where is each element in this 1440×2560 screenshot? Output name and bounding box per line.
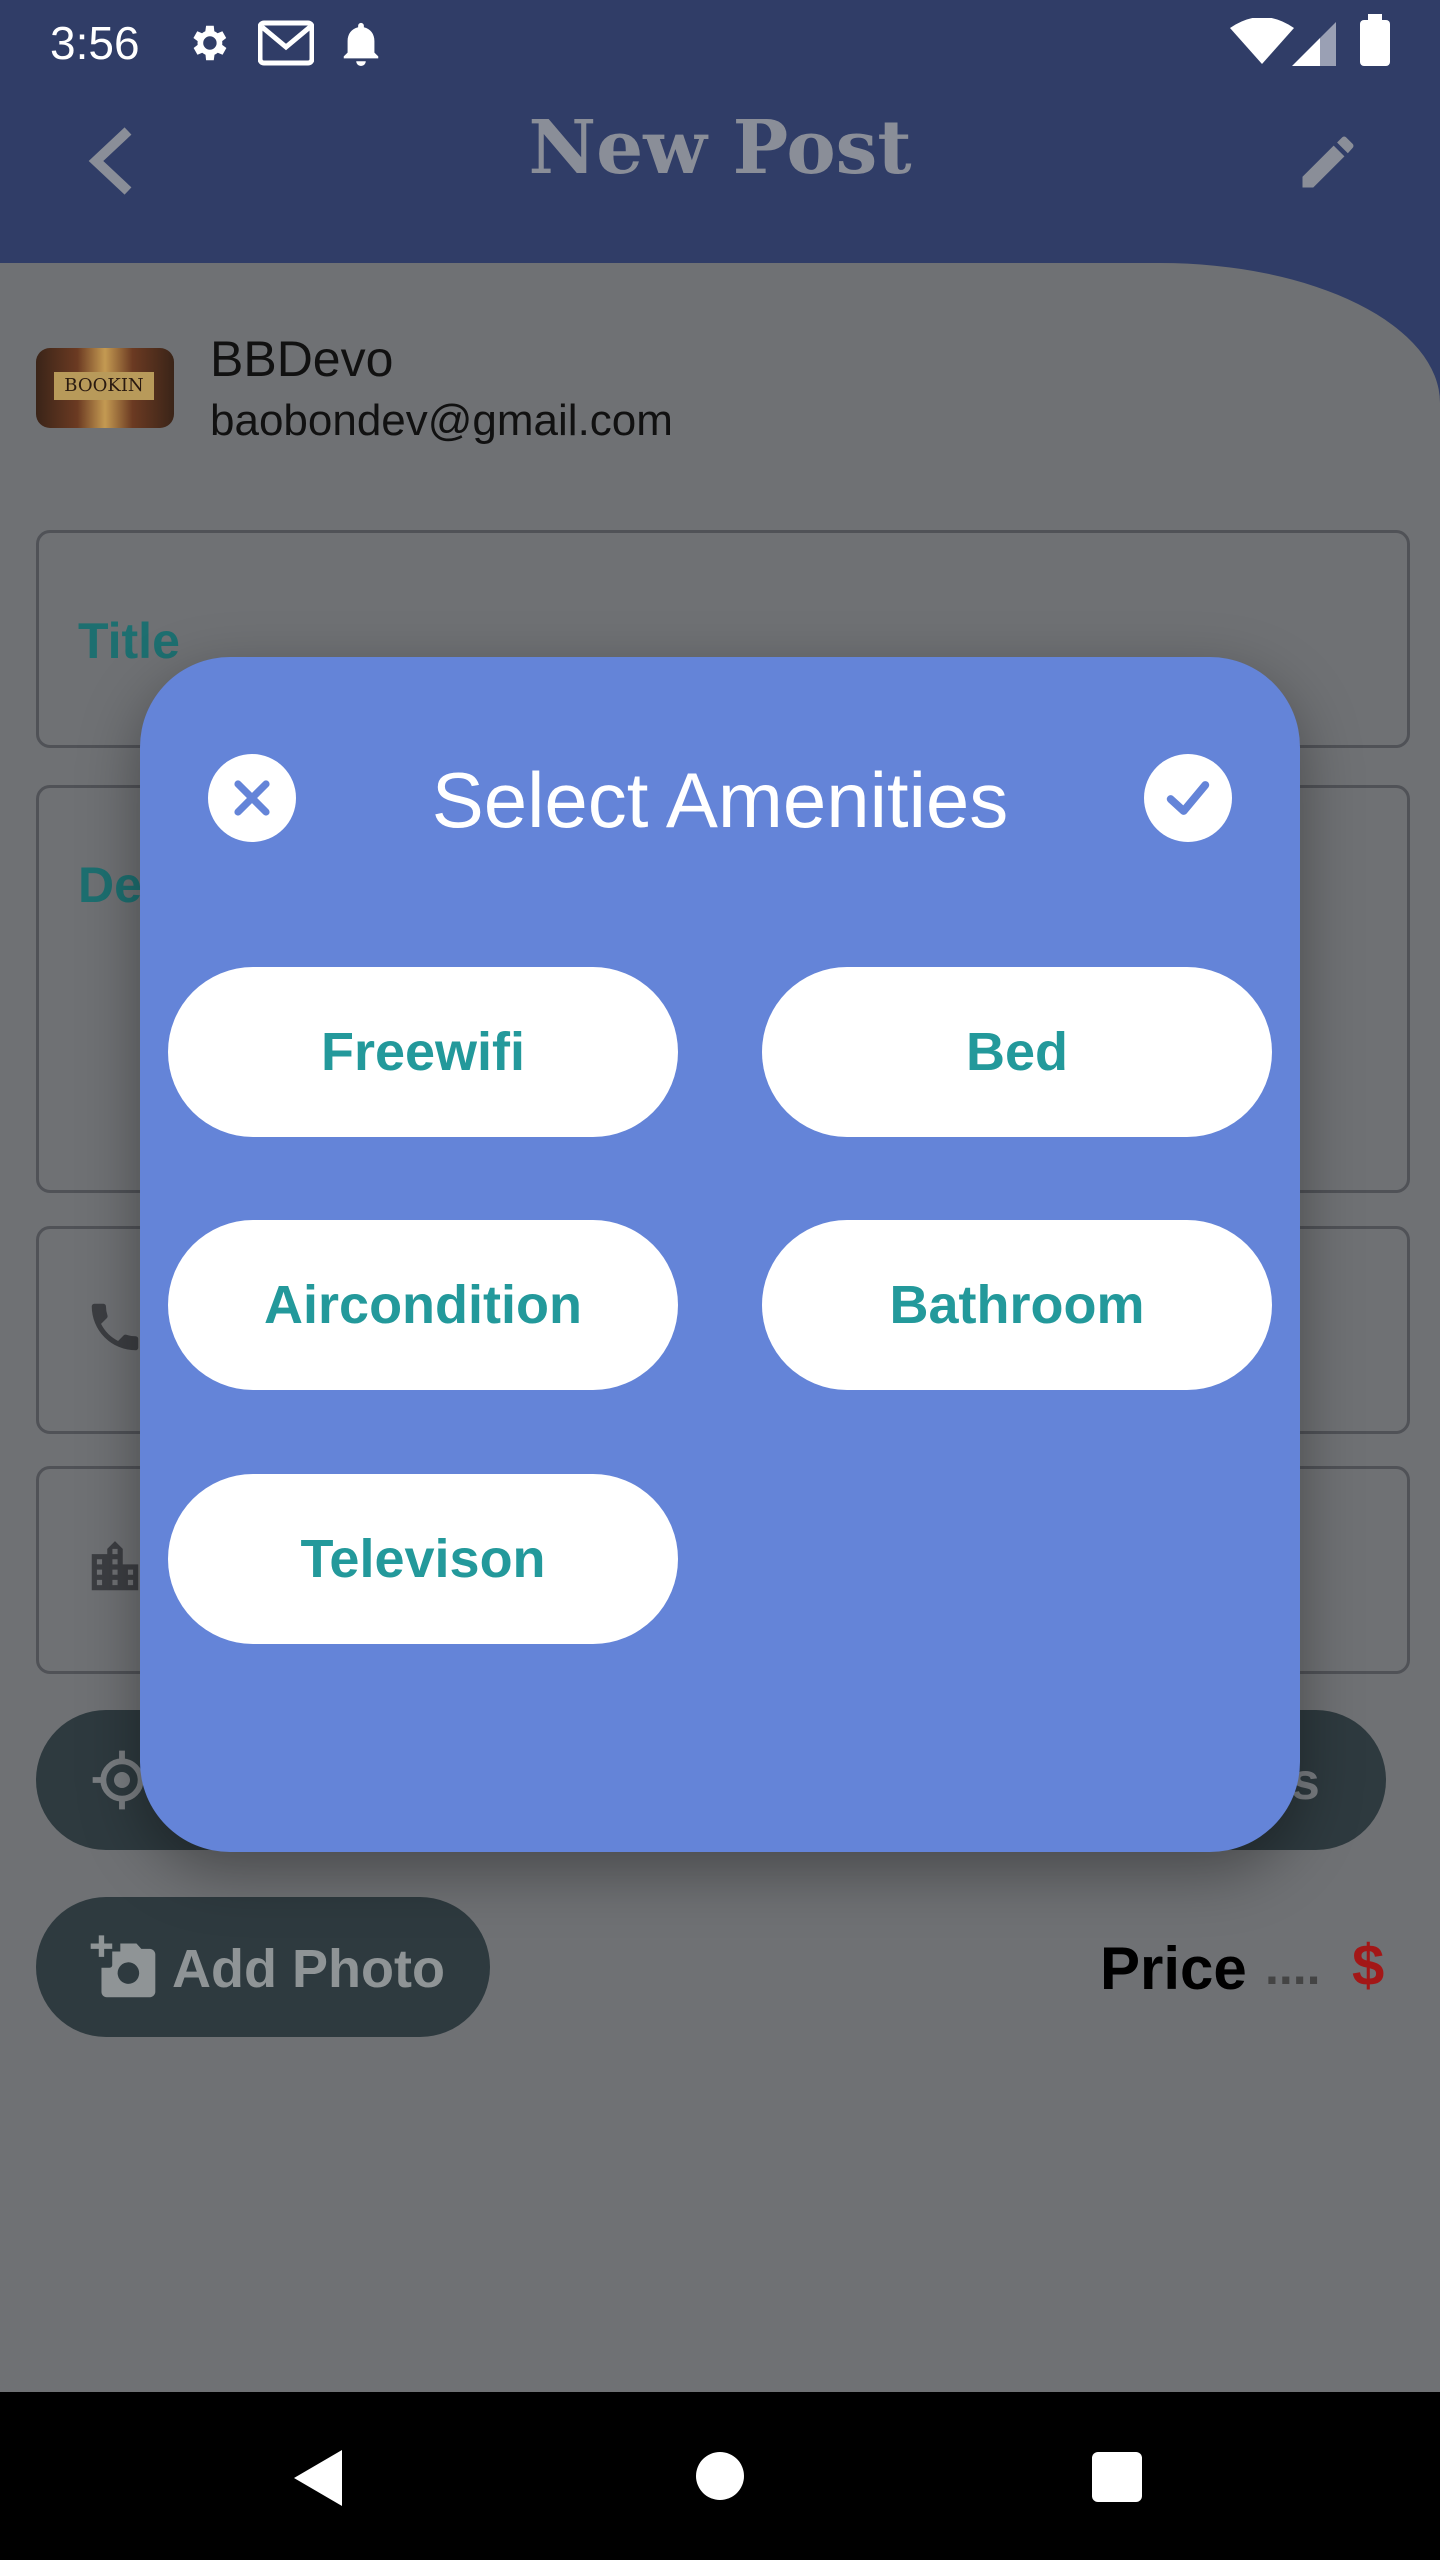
title-field-label: Title	[78, 613, 180, 669]
notification-bell-icon	[343, 22, 379, 66]
select-amenities-dialog: Select Amenities Freewifi Bed Airconditi…	[140, 657, 1300, 1852]
price-value-placeholder[interactable]: ....	[1265, 1938, 1321, 1996]
gmail-icon	[258, 20, 314, 66]
add-photo-camera-icon	[90, 1935, 156, 1998]
confirm-dialog-button[interactable]	[1144, 754, 1232, 842]
wifi-icon	[1230, 18, 1294, 64]
page-title: New Post	[528, 105, 912, 191]
user-email: baobondev@gmail.com	[210, 396, 673, 445]
avatar: BOOKIN	[36, 348, 174, 428]
amenity-chip-freewifi[interactable]: Freewifi	[168, 967, 678, 1137]
price-label: Price	[1100, 1935, 1247, 2002]
nav-back-icon[interactable]	[290, 2448, 346, 2508]
amenity-chip-aircondition[interactable]: Aircondition	[168, 1220, 678, 1390]
add-photo-label: Add Photo	[172, 1939, 445, 1999]
settings-icon	[193, 25, 227, 61]
nav-home-icon[interactable]	[694, 2450, 746, 2502]
amenity-chip-televison[interactable]: Televison	[168, 1474, 678, 1644]
description-field-label: De	[78, 857, 142, 913]
check-icon	[1166, 781, 1210, 815]
dialog-title: Select Amenities	[431, 756, 1009, 844]
edit-pencil-icon[interactable]	[1294, 128, 1362, 196]
cellular-signal-icon	[1292, 22, 1336, 66]
amenity-chip-bathroom[interactable]: Bathroom	[762, 1220, 1272, 1390]
phone-icon	[91, 1303, 139, 1351]
avatar-text: BOOKIN	[54, 372, 154, 400]
price-currency: $	[1352, 1933, 1385, 1998]
app-bar-curve	[1160, 263, 1440, 403]
nav-recents-icon[interactable]	[1090, 2450, 1144, 2504]
amenity-chip-bed[interactable]: Bed	[762, 967, 1272, 1137]
city-building-icon	[91, 1541, 139, 1591]
status-time: 3:56	[50, 17, 140, 69]
user-name: BBDevo	[210, 331, 394, 387]
battery-icon	[1360, 14, 1390, 66]
